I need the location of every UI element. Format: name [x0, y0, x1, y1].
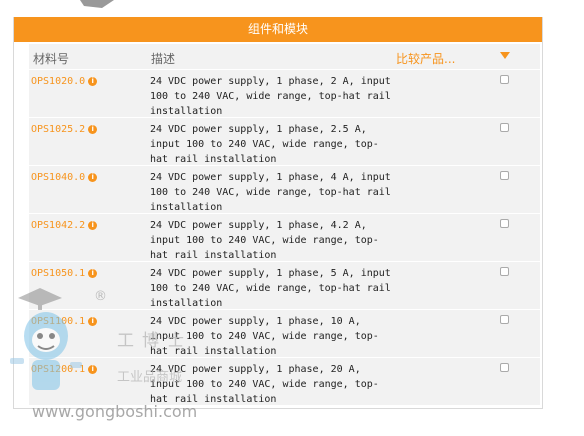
part-number-link[interactable]: OPS1025.2 i [31, 124, 98, 135]
info-icon[interactable]: i [88, 317, 98, 326]
description-line: input 100 to 240 VAC, wide range, top- [150, 379, 379, 390]
info-icon[interactable]: i [88, 365, 98, 374]
description-line: 100 to 240 VAC, wide range, top-hat rail [150, 283, 391, 294]
top-decoration-graphic [80, 0, 114, 8]
column-header-description: 描述 [151, 52, 176, 66]
table-row: OPS1040.0 i 24 VDC power supply, 1 phase, … [29, 165, 540, 213]
watermark-subtitle: 工业品商城 [117, 370, 183, 385]
info-icon[interactable]: i [88, 173, 98, 182]
part-number-text[interactable]: OPS1040.0 [31, 172, 85, 183]
part-number-link[interactable]: OPS1200.1 i [31, 364, 98, 375]
components-table: 材料号 描述 比较产品... OPS1020.0 i 24 VDC power su… [29, 44, 540, 405]
compare-checkbox[interactable] [500, 219, 509, 228]
description-text: 24 VDC power supply, 1 phase, 2.5 A, inpu… [150, 122, 400, 167]
compare-checkbox[interactable] [500, 315, 509, 324]
table-row: OPS1042.2 i 24 VDC power supply, 1 phase, … [29, 213, 540, 261]
info-icon[interactable]: i [88, 77, 98, 86]
table-body: OPS1020.0 i 24 VDC power supply, 1 phase, … [29, 69, 540, 405]
panel-title: 组件和模块 [14, 17, 542, 42]
part-number-text[interactable]: OPS1050.1 [31, 268, 85, 279]
part-number-text[interactable]: OPS1200.1 [31, 364, 85, 375]
table-row: OPS1025.2 i 24 VDC power supply, 1 phase, … [29, 117, 540, 165]
part-number-link[interactable]: OPS1020.0 i [31, 76, 98, 87]
part-number-text[interactable]: OPS1020.0 [31, 76, 85, 87]
description-text: 24 VDC power supply, 1 phase, 2 A, input… [150, 74, 400, 119]
column-header-part-number: 材料号 [33, 52, 70, 66]
description-text: 24 VDC power supply, 1 phase, 5 A, input… [150, 266, 400, 311]
compare-checkbox[interactable] [500, 123, 509, 132]
compare-checkbox[interactable] [500, 171, 509, 180]
description-line: 24 VDC power supply, 1 phase, 2 A, input [150, 76, 391, 87]
description-text: 24 VDC power supply, 1 phase, 4 A, input… [150, 170, 400, 215]
watermark-registered-mark: ® [94, 289, 107, 304]
description-line: input 100 to 240 VAC, wide range, top- [150, 235, 379, 246]
description-line: 100 to 240 VAC, wide range, top-hat rail [150, 187, 391, 198]
table-row: OPS1020.0 i 24 VDC power supply, 1 phase, … [29, 69, 540, 117]
info-icon[interactable]: i [88, 221, 98, 230]
description-line: input 100 to 240 VAC, wide range, top- [150, 139, 379, 150]
part-number-link[interactable]: OPS1100.1 i [31, 316, 98, 327]
info-icon[interactable]: i [88, 125, 98, 134]
part-number-text[interactable]: OPS1025.2 [31, 124, 85, 135]
table-row: OPS1100.1 i 24 VDC power supply, 1 phase, … [29, 309, 540, 357]
part-number-link[interactable]: OPS1040.0 i [31, 172, 98, 183]
compare-products-link[interactable]: 比较产品... [396, 50, 455, 67]
part-number-text[interactable]: OPS1100.1 [31, 316, 85, 327]
description-line: 24 VDC power supply, 1 phase, 20 A, [150, 364, 361, 375]
part-number-text[interactable]: OPS1042.2 [31, 220, 85, 231]
sort-arrow-icon[interactable] [500, 52, 510, 59]
compare-checkbox[interactable] [500, 75, 509, 84]
description-text: 24 VDC power supply, 1 phase, 4.2 A, inpu… [150, 218, 400, 263]
compare-checkbox[interactable] [500, 267, 509, 276]
watermark-brand-text: 工博士 [117, 331, 192, 351]
compare-checkbox[interactable] [500, 363, 509, 372]
part-number-link[interactable]: OPS1050.1 i [31, 268, 98, 279]
watermark-url: www.gongboshi.com [32, 402, 198, 421]
description-line: 24 VDC power supply, 1 phase, 4 A, input [150, 172, 391, 183]
table-header: 材料号 描述 比较产品... [29, 44, 540, 69]
part-number-link[interactable]: OPS1042.2 i [31, 220, 98, 231]
description-line: 24 VDC power supply, 1 phase, 5 A, input [150, 268, 391, 279]
description-line: 24 VDC power supply, 1 phase, 4.2 A, [150, 220, 367, 231]
info-icon[interactable]: i [88, 269, 98, 278]
table-row: OPS1200.1 i 24 VDC power supply, 1 phase, … [29, 357, 540, 405]
description-text: 24 VDC power supply, 1 phase, 20 A, input… [150, 362, 400, 407]
description-line: 24 VDC power supply, 1 phase, 2.5 A, [150, 124, 367, 135]
description-line: 100 to 240 VAC, wide range, top-hat rail [150, 91, 391, 102]
